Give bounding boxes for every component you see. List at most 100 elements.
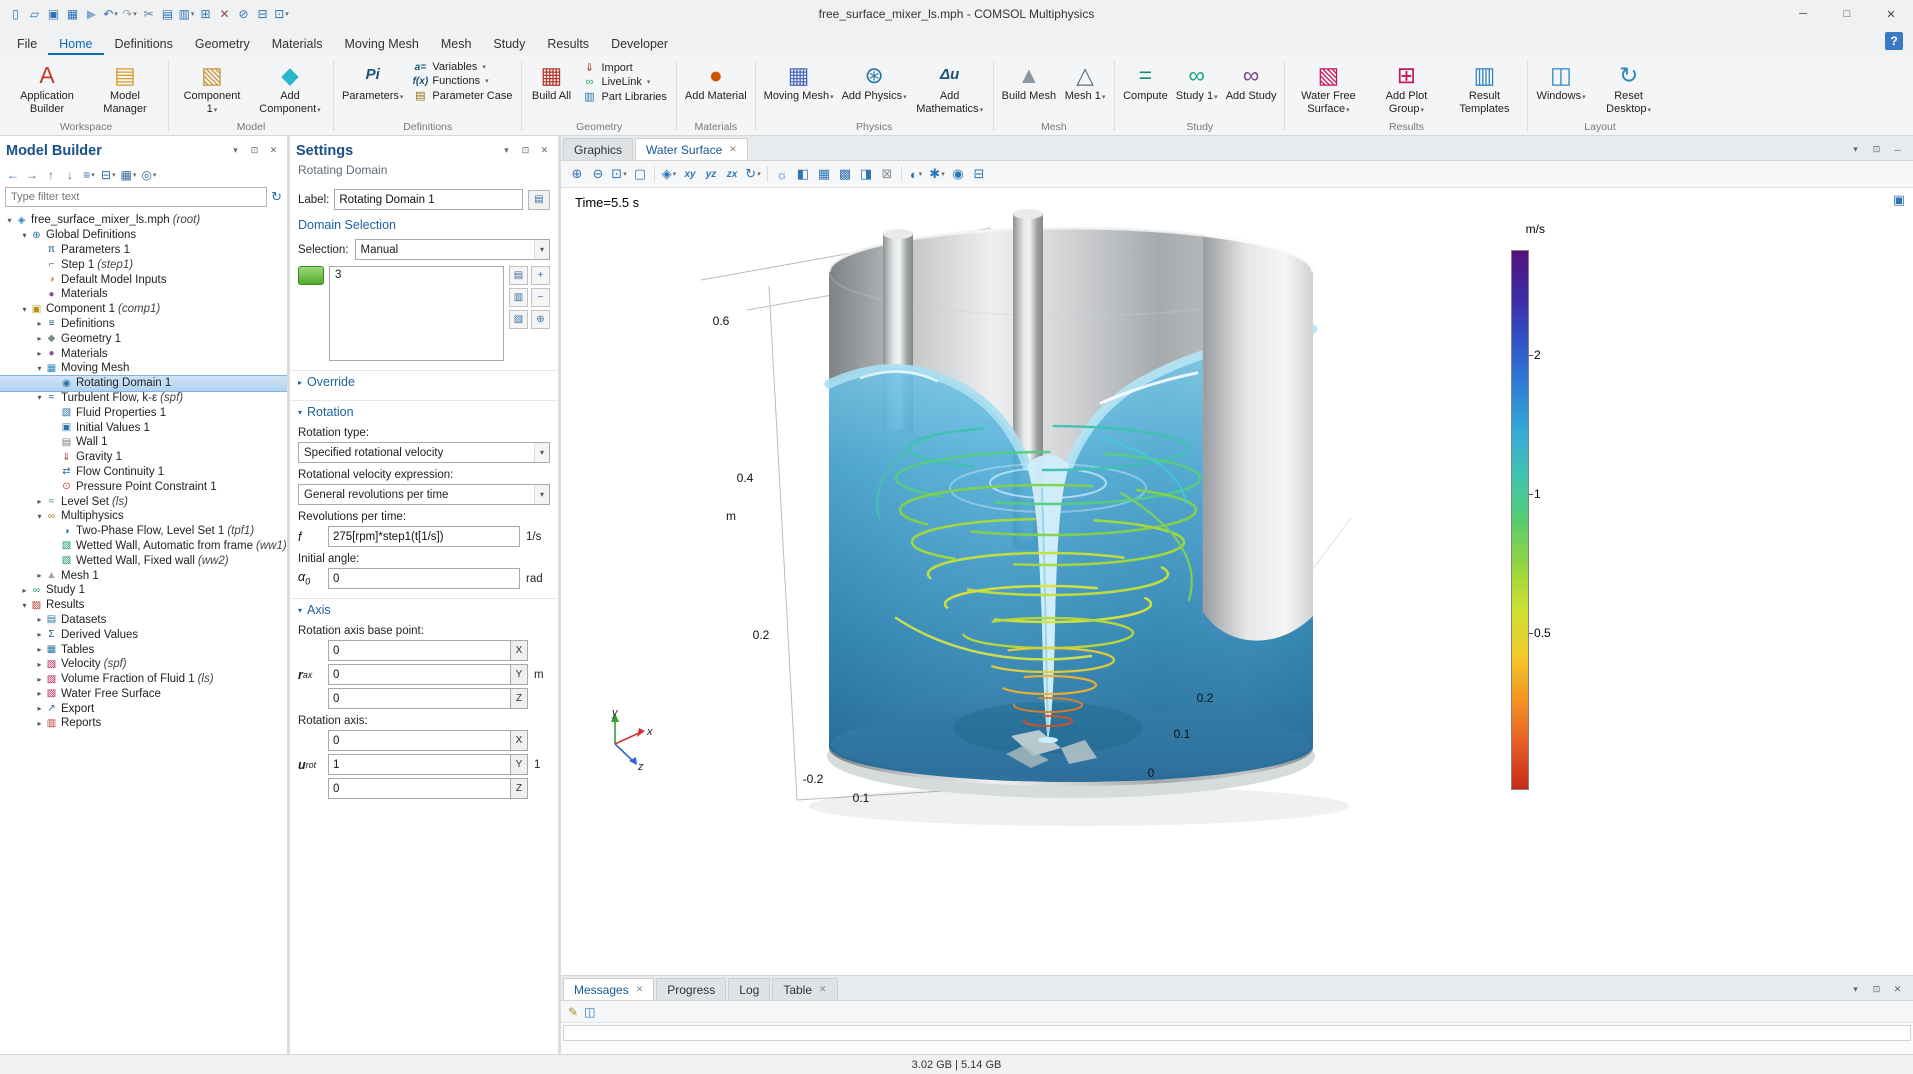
- tree-node-tables[interactable]: ▸▦Tables: [0, 642, 287, 657]
- 3d-scene[interactable]: [561, 188, 1913, 975]
- livelink-button[interactable]: ∞LiveLink▾: [578, 76, 669, 88]
- model-manager-button[interactable]: ▤Model Manager: [86, 58, 164, 118]
- base-z-input[interactable]: [328, 688, 510, 709]
- tree-node-flow-continuity-1[interactable]: ⇄Flow Continuity 1: [0, 465, 287, 480]
- save-icon[interactable]: ▣: [44, 4, 63, 24]
- scene-light-icon[interactable]: ☼: [772, 163, 792, 185]
- minimize-button[interactable]: ─: [1781, 0, 1825, 28]
- tree-node-turbulent-flow-k[interactable]: ▾≈Turbulent Flow, k-ε(spf): [0, 391, 287, 406]
- show-options-icon[interactable]: ≡▾: [80, 165, 98, 185]
- section-axis[interactable]: ▾ Axis: [290, 598, 558, 619]
- axis-z-input[interactable]: [328, 778, 510, 799]
- result-templates-button[interactable]: ▥Result Templates: [1445, 58, 1523, 118]
- zoom-extents-icon[interactable]: ▢: [630, 163, 650, 185]
- collapse-node-icon[interactable]: ▾: [19, 305, 30, 314]
- tree-node-multiphysics[interactable]: ▾∞Multiphysics: [0, 509, 287, 524]
- expand-node-icon[interactable]: ▸: [34, 630, 45, 639]
- appearance-icon[interactable]: ◐▾: [906, 163, 926, 185]
- selection-list[interactable]: 3: [329, 266, 504, 361]
- moving-mesh-button[interactable]: ▦Moving Mesh▾: [760, 58, 838, 105]
- menu-geometry[interactable]: Geometry: [184, 32, 261, 55]
- view-zx-icon[interactable]: zx: [722, 163, 742, 185]
- environment-icon[interactable]: ◨: [856, 163, 876, 185]
- tree-node-volume-fraction-of-fluid-1[interactable]: ▸▧Volume Fraction of Fluid 1(ls): [0, 672, 287, 687]
- undo-icon[interactable]: ↶▾: [101, 4, 120, 24]
- add-physics-button[interactable]: ⊛Add Physics▾: [838, 58, 911, 105]
- menu-definitions[interactable]: Definitions: [104, 32, 184, 55]
- expand-node-icon[interactable]: ▸: [19, 586, 30, 595]
- tab-table[interactable]: Table✕: [772, 978, 837, 1000]
- collapse-node-icon[interactable]: ▾: [19, 601, 30, 610]
- close-tab-icon[interactable]: ✕: [729, 144, 737, 155]
- velocity-expression-dropdown[interactable]: General revolutions per time ▾: [298, 484, 550, 505]
- redo-icon[interactable]: ↷▾: [120, 4, 139, 24]
- maximize-button[interactable]: □: [1825, 0, 1869, 28]
- settings-gear-icon[interactable]: ✱▾: [927, 163, 947, 185]
- tab-graphics[interactable]: Graphics: [563, 138, 633, 160]
- messages-menu-icon[interactable]: ▾: [1848, 982, 1863, 997]
- float-panel-icon[interactable]: ⊡: [247, 143, 262, 158]
- minimize-graphics-icon[interactable]: ─: [1890, 142, 1905, 157]
- zoom-in-icon[interactable]: ⊕: [567, 163, 587, 185]
- panel-menu-icon[interactable]: ▾: [228, 143, 243, 158]
- close-button[interactable]: ✕: [1869, 0, 1913, 28]
- compute-button[interactable]: =Compute: [1119, 58, 1172, 105]
- refresh-icon[interactable]: ↻: [271, 189, 282, 205]
- selection-list-item[interactable]: 3: [335, 269, 498, 281]
- functions-button[interactable]: f(x)Functions▾: [409, 75, 515, 87]
- expand-node-icon[interactable]: ▸: [34, 645, 45, 654]
- expand-node-icon[interactable]: ▸: [34, 660, 45, 669]
- back-icon[interactable]: ←: [4, 165, 22, 185]
- go-to-default-view-icon[interactable]: ◈▾: [659, 163, 679, 185]
- close-messages-icon[interactable]: ✕: [1890, 982, 1905, 997]
- paste-icon[interactable]: ▥▾: [177, 4, 196, 24]
- windows-button[interactable]: ◫Windows▾: [1532, 58, 1589, 105]
- remove-selection-button[interactable]: −: [531, 288, 550, 307]
- base-y-input[interactable]: [328, 664, 510, 685]
- rename-label-button[interactable]: ▤: [528, 190, 550, 210]
- save-as-icon[interactable]: ▦: [63, 4, 82, 24]
- node-view-icon[interactable]: ◎▾: [139, 165, 158, 185]
- tree-node-geometry-1[interactable]: ▸◆Geometry 1: [0, 331, 287, 346]
- section-domain-selection[interactable]: Domain Selection: [290, 214, 558, 234]
- add-component-button[interactable]: ◆Add Component▾: [251, 58, 329, 118]
- part-libraries-button[interactable]: ▥Part Libraries: [578, 90, 669, 103]
- tree-node-fluid-properties-1[interactable]: ▧Fluid Properties 1: [0, 405, 287, 420]
- settings-menu-icon[interactable]: ▾: [499, 143, 514, 158]
- tree-node-wetted-wall-fixed-wall[interactable]: ▧Wetted Wall, Fixed wall(ww2): [0, 553, 287, 568]
- clear-selection-button[interactable]: ▧: [509, 310, 528, 329]
- study-1-button[interactable]: ∞Study 1▾: [1172, 58, 1222, 105]
- parameter-case-button[interactable]: ▤Parameter Case: [409, 89, 515, 102]
- view-xy-icon[interactable]: xy: [680, 163, 700, 185]
- close-settings-icon[interactable]: ✕: [537, 143, 552, 158]
- expand-node-icon[interactable]: ▸: [34, 349, 45, 358]
- tree-node-study-1[interactable]: ▸∞Study 1: [0, 583, 287, 598]
- undock-plot-icon[interactable]: ▣: [1893, 192, 1905, 208]
- snapshot-icon[interactable]: ◉: [948, 163, 968, 185]
- tree-node-free-surface-mixer-ls-mph[interactable]: ▾◈free_surface_mixer_ls.mph(root): [0, 213, 287, 228]
- menu-home[interactable]: Home: [48, 32, 103, 55]
- tree-node-mesh-1[interactable]: ▸▲Mesh 1: [0, 568, 287, 583]
- tree-node-gravity-1[interactable]: ⇓Gravity 1: [0, 450, 287, 465]
- expand-node-icon[interactable]: ▸: [34, 334, 45, 343]
- revolutions-input[interactable]: [328, 526, 520, 547]
- forward-icon[interactable]: →: [23, 165, 41, 185]
- initial-angle-input[interactable]: [328, 568, 520, 589]
- desktop-layout-icon[interactable]: ⊡▾: [272, 4, 291, 24]
- tree-node-step-1[interactable]: ⌐Step 1(step1): [0, 257, 287, 272]
- open-file-icon[interactable]: ▱: [25, 4, 44, 24]
- expand-node-icon[interactable]: ▸: [34, 615, 45, 624]
- transparency-icon[interactable]: ◧: [793, 163, 813, 185]
- axis-y-input[interactable]: [328, 754, 510, 775]
- variables-button[interactable]: a=Variables▾: [409, 61, 515, 73]
- mesh-1-button[interactable]: △Mesh 1▾: [1060, 58, 1110, 105]
- menu-results[interactable]: Results: [536, 32, 600, 55]
- tree-node-parameters-1[interactable]: πParameters 1: [0, 243, 287, 258]
- wireframe-icon[interactable]: ▦: [814, 163, 834, 185]
- tab-messages[interactable]: Messages✕: [563, 978, 654, 1000]
- plot-canvas[interactable]: Time=5.5 s ▣ m/s 210.5 y x z 0.60.40.2m-…: [561, 188, 1913, 975]
- tree-node-velocity[interactable]: ▸▧Velocity(spf): [0, 657, 287, 672]
- float-messages-icon[interactable]: ⊡: [1869, 982, 1884, 997]
- run-application-icon[interactable]: ▶: [82, 4, 101, 24]
- message-options-icon[interactable]: ◫: [584, 1005, 595, 1019]
